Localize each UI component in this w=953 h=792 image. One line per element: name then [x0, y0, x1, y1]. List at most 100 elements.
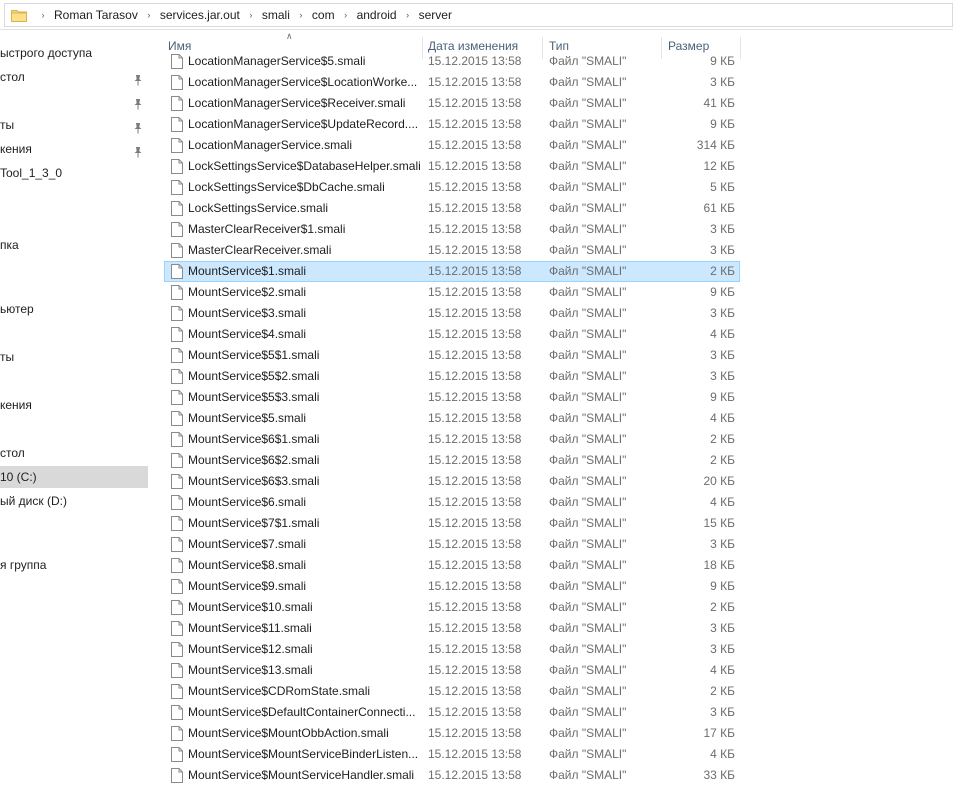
- file-row[interactable]: LocationManagerService$5.smali 15.12.2015…: [164, 51, 740, 72]
- file-icon: [171, 348, 183, 363]
- nav-item[interactable]: стол: [0, 442, 148, 464]
- file-date: 15.12.2015 13:58: [428, 768, 522, 782]
- file-row[interactable]: MasterClearReceiver.smali 15.12.2015 13:5…: [164, 240, 740, 261]
- file-row[interactable]: MountService$5.smali 15.12.2015 13:58 Файл…: [164, 408, 740, 429]
- breadcrumb-item[interactable]: android: [354, 8, 400, 22]
- file-row[interactable]: MountService$11.smali 15.12.2015 13:58 Фай…: [164, 618, 740, 639]
- nav-item[interactable]: ты: [0, 114, 148, 136]
- file-row[interactable]: MountService$6$1.smali 15.12.2015 13:58 Фа…: [164, 429, 740, 450]
- file-type: Файл "SMALI": [549, 579, 627, 593]
- file-date: 15.12.2015 13:58: [428, 600, 522, 614]
- file-row[interactable]: MountService$5$1.smali 15.12.2015 13:58 Фа…: [164, 345, 740, 366]
- file-icon: [171, 663, 183, 678]
- file-row[interactable]: MountService$MountServiceBinderListen...…: [164, 744, 740, 765]
- file-type: Файл "SMALI": [549, 369, 627, 383]
- breadcrumb-separator-icon[interactable]: ›: [400, 10, 416, 20]
- file-icon: [171, 684, 183, 699]
- nav-item[interactable]: стол: [0, 66, 148, 88]
- file-name: MountService$7$1.smali: [188, 516, 320, 530]
- nav-item-label: стол: [0, 446, 25, 460]
- file-row[interactable]: MountService$DefaultContainerConnecti...…: [164, 702, 740, 723]
- nav-item[interactable]: Tool_1_3_0: [0, 162, 148, 184]
- breadcrumb-item[interactable]: Roman Tarasov: [51, 8, 141, 22]
- file-name: MountService$2.smali: [188, 285, 307, 299]
- breadcrumb-item[interactable]: services.jar.out: [157, 8, 243, 22]
- file-type: Файл "SMALI": [549, 390, 627, 404]
- file-row[interactable]: LocationManagerService.smali 15.12.2015 1…: [164, 135, 740, 156]
- nav-item[interactable]: ыстрого доступа: [0, 42, 148, 64]
- file-row[interactable]: LockSettingsService$DbCache.smali 15.12.2…: [164, 177, 740, 198]
- file-type: Файл "SMALI": [549, 96, 627, 110]
- file-type: Файл "SMALI": [549, 348, 627, 362]
- nav-item[interactable]: кения: [0, 138, 148, 160]
- file-type: Файл "SMALI": [549, 222, 627, 236]
- file-icon: [171, 495, 183, 510]
- breadcrumb-item[interactable]: com: [309, 8, 338, 22]
- file-size: 4 КБ: [710, 327, 735, 341]
- file-size: 3 КБ: [710, 306, 735, 320]
- nav-item-label: стол: [0, 70, 25, 84]
- file-row[interactable]: LocationManagerService$Receiver.smali 15.…: [164, 93, 740, 114]
- file-row[interactable]: MountService$9.smali 15.12.2015 13:58 Файл…: [164, 576, 740, 597]
- breadcrumb-separator-icon[interactable]: ›: [293, 10, 309, 20]
- file-row[interactable]: MountService$6$2.smali 15.12.2015 13:58 Фа…: [164, 450, 740, 471]
- file-row[interactable]: MountService$3.smali 15.12.2015 13:58 Файл…: [164, 303, 740, 324]
- file-row[interactable]: MountService$8.smali 15.12.2015 13:58 Файл…: [164, 555, 740, 576]
- file-row[interactable]: MountService$13.smali 15.12.2015 13:58 Фай…: [164, 660, 740, 681]
- file-type: Файл "SMALI": [549, 537, 627, 551]
- file-row[interactable]: MountService$6$3.smali 15.12.2015 13:58 Фа…: [164, 471, 740, 492]
- breadcrumb-separator-icon[interactable]: ›: [243, 10, 259, 20]
- breadcrumb[interactable]: › Roman Tarasov › services.jar.out › smali › co…: [4, 3, 953, 27]
- file-row[interactable]: MountService$7.smali 15.12.2015 13:58 Файл…: [164, 534, 740, 555]
- nav-item[interactable]: [0, 90, 148, 112]
- file-name: MountService$9.smali: [188, 579, 307, 593]
- nav-item[interactable]: ты: [0, 346, 148, 368]
- nav-item[interactable]: пка: [0, 234, 148, 256]
- nav-item[interactable]: ый диск (D:): [0, 490, 148, 512]
- file-row[interactable]: MountService$5$2.smali 15.12.2015 13:58 Фа…: [164, 366, 740, 387]
- file-row[interactable]: MountService$CDRomState.smali 15.12.2015 …: [164, 681, 740, 702]
- file-type: Файл "SMALI": [549, 117, 627, 131]
- file-type: Файл "SMALI": [549, 726, 627, 740]
- file-row[interactable]: MountService$2.smali 15.12.2015 13:58 Файл…: [164, 282, 740, 303]
- file-row[interactable]: MountService$12.smali 15.12.2015 13:58 Фай…: [164, 639, 740, 660]
- breadcrumb-separator-icon[interactable]: ›: [141, 10, 157, 20]
- breadcrumb-separator-icon[interactable]: ›: [35, 10, 51, 20]
- file-name: MountService$DefaultContainerConnecti...: [188, 705, 416, 719]
- file-size: 2 КБ: [710, 600, 735, 614]
- breadcrumb-item[interactable]: smali: [259, 8, 293, 22]
- file-type: Файл "SMALI": [549, 558, 627, 572]
- file-row[interactable]: MasterClearReceiver$1.smali 15.12.2015 13…: [164, 219, 740, 240]
- breadcrumb-separator-icon[interactable]: ›: [338, 10, 354, 20]
- file-date: 15.12.2015 13:58: [428, 54, 522, 68]
- file-row[interactable]: MountService$6.smali 15.12.2015 13:58 Файл…: [164, 492, 740, 513]
- file-row[interactable]: MountService$7$1.smali 15.12.2015 13:58 Фа…: [164, 513, 740, 534]
- nav-item[interactable]: ьютер: [0, 298, 148, 320]
- address-bar[interactable]: › Roman Tarasov › services.jar.out › smali › co…: [0, 0, 953, 30]
- nav-item[interactable]: кения: [0, 394, 148, 416]
- file-size: 4 КБ: [710, 495, 735, 509]
- file-row[interactable]: MountService$1.smali 15.12.2015 13:58 Файл…: [164, 261, 740, 282]
- file-row[interactable]: MountService$5$3.smali 15.12.2015 13:58 Фа…: [164, 387, 740, 408]
- file-name: MountService$3.smali: [188, 306, 307, 320]
- file-name: LocationManagerService.smali: [188, 138, 353, 152]
- pin-icon: [133, 71, 143, 86]
- file-row[interactable]: MountService$10.smali 15.12.2015 13:58 Фай…: [164, 597, 740, 618]
- nav-item[interactable]: я группа: [0, 554, 148, 576]
- file-row[interactable]: LocationManagerService$LocationWorke... 1…: [164, 72, 740, 93]
- column-divider[interactable]: [740, 37, 741, 59]
- file-row[interactable]: LocationManagerService$UpdateRecord.... 1…: [164, 114, 740, 135]
- file-row[interactable]: MountService$MountObbAction.smali 15.12.2…: [164, 723, 740, 744]
- file-date: 15.12.2015 13:58: [428, 96, 522, 110]
- breadcrumb-item[interactable]: server: [416, 8, 455, 22]
- nav-item[interactable]: 10 (C:): [0, 466, 148, 488]
- nav-item[interactable]: [0, 370, 148, 392]
- file-date: 15.12.2015 13:58: [428, 180, 522, 194]
- file-row[interactable]: MountService$MountServiceHandler.smali 15…: [164, 765, 740, 786]
- file-row[interactable]: MountService$4.smali 15.12.2015 13:58 Файл…: [164, 324, 740, 345]
- file-name: LockSettingsService$DatabaseHelper.smali: [188, 159, 420, 173]
- file-row[interactable]: LockSettingsService$DatabaseHelper.smali…: [164, 156, 740, 177]
- file-date: 15.12.2015 13:58: [428, 516, 522, 530]
- file-row[interactable]: LockSettingsService.smali 15.12.2015 13:5…: [164, 198, 740, 219]
- file-date: 15.12.2015 13:58: [428, 726, 522, 740]
